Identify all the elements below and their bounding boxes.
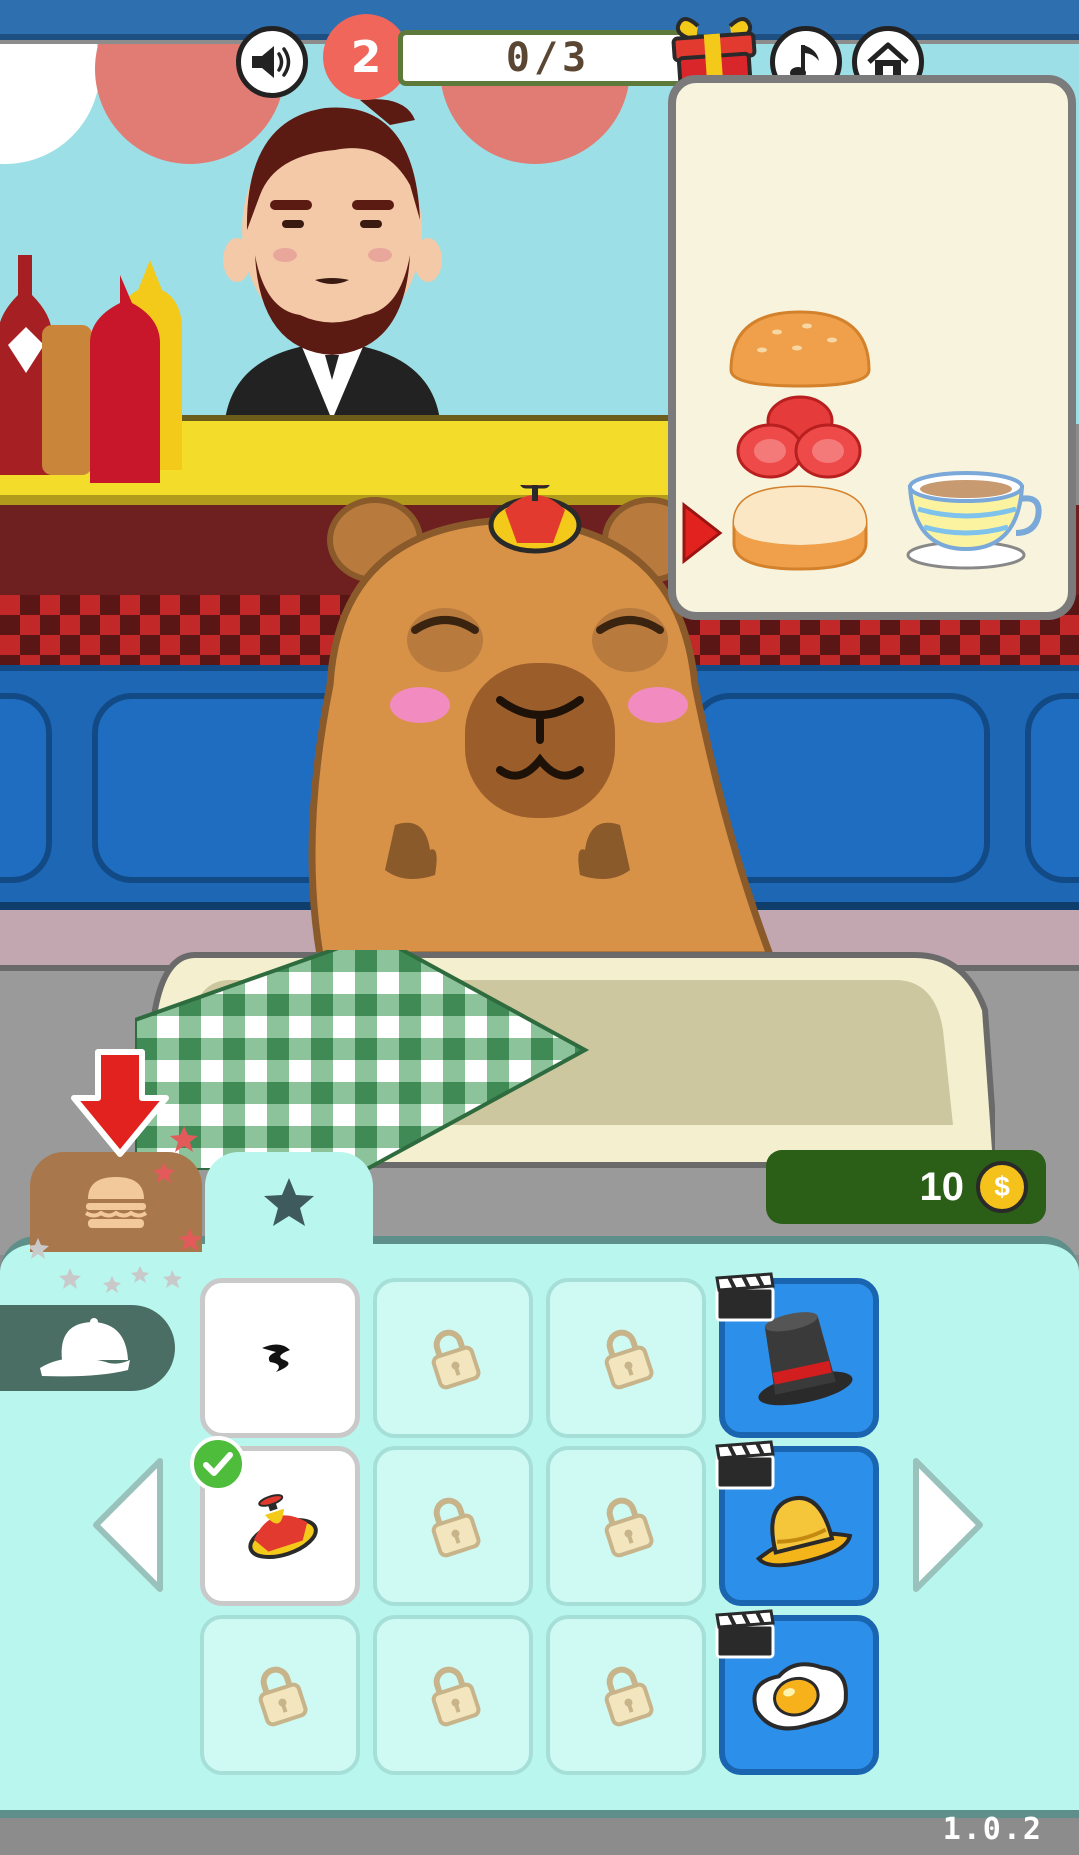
- equipped-check-icon: [190, 1436, 246, 1492]
- slot-mustache[interactable]: [200, 1278, 360, 1438]
- sound-button[interactable]: [236, 26, 308, 98]
- lock-icon: [431, 1497, 481, 1558]
- slot-locked[interactable]: [373, 1615, 533, 1775]
- slot-fried-egg[interactable]: [715, 1609, 879, 1775]
- version-label: 1.0.2: [942, 1812, 1043, 1847]
- star-icon: [264, 1178, 314, 1226]
- order-panel: [668, 75, 1076, 620]
- lock-icon: [258, 1666, 308, 1727]
- tea-cup-icon: [906, 471, 1042, 570]
- lock-icon: [604, 1497, 654, 1558]
- video-clapper-icon: [715, 1609, 775, 1659]
- serving-tray: [135, 950, 995, 1170]
- condiment-bottles: [0, 255, 182, 483]
- level-badge: 2: [323, 14, 409, 100]
- customer-character: [223, 99, 442, 420]
- next-page-arrow[interactable]: [908, 1455, 988, 1595]
- slot-top-hat[interactable]: [715, 1272, 879, 1438]
- slot-locked[interactable]: [200, 1615, 360, 1775]
- arrow-right-icon: [682, 501, 723, 565]
- prev-page-arrow[interactable]: [88, 1455, 168, 1595]
- slot-locked[interactable]: [546, 1278, 706, 1438]
- bun-bottom-icon: [732, 485, 868, 571]
- lock-icon: [431, 1329, 481, 1390]
- speaker-icon: [252, 46, 291, 78]
- sparkle-stars: [30, 1126, 202, 1293]
- video-clapper-icon: [715, 1440, 775, 1490]
- lock-icon: [604, 1329, 654, 1390]
- video-clapper-icon: [715, 1272, 775, 1322]
- cap-icon: [39, 1318, 130, 1377]
- slot-bucket-hat[interactable]: [715, 1440, 879, 1606]
- fried-egg-icon: [752, 1662, 848, 1731]
- slot-locked[interactable]: [373, 1278, 533, 1438]
- coin-counter: 10 $: [766, 1150, 1046, 1224]
- slot-locked[interactable]: [546, 1446, 706, 1606]
- tab-favorites[interactable]: [205, 1152, 373, 1252]
- mustache-icon: [262, 1344, 290, 1372]
- awning-white: [0, 44, 100, 164]
- propeller-cap-icon: [248, 1494, 318, 1560]
- tomato-slices-icon: [736, 395, 862, 479]
- coin-icon: $: [976, 1161, 1028, 1213]
- slot-locked[interactable]: [373, 1446, 533, 1606]
- slot-locked[interactable]: [546, 1615, 706, 1775]
- lock-icon: [431, 1666, 481, 1727]
- order-progress: 0/3: [398, 30, 698, 86]
- lock-icon: [604, 1666, 654, 1727]
- coin-amount: 10: [919, 1164, 965, 1209]
- bun-top-icon: [729, 310, 871, 388]
- category-hats[interactable]: [0, 1305, 175, 1391]
